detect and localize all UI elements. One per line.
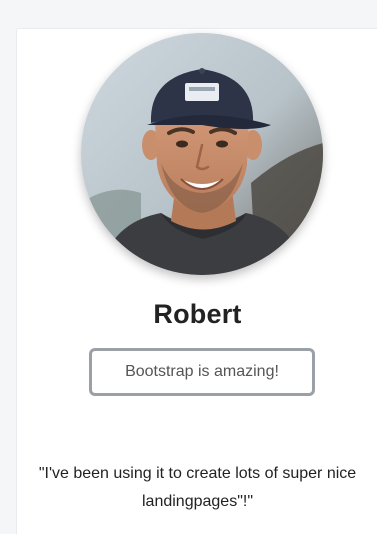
testimonial-card: Robert Bootstrap is amazing! "I've been … [16,28,377,534]
avatar [81,33,323,275]
tagline-badge: Bootstrap is amazing! [89,348,315,396]
person-name: Robert [153,299,242,329]
testimonial-quote: "I've been using it to create lots of su… [38,465,357,510]
person-photo-icon [81,33,323,275]
